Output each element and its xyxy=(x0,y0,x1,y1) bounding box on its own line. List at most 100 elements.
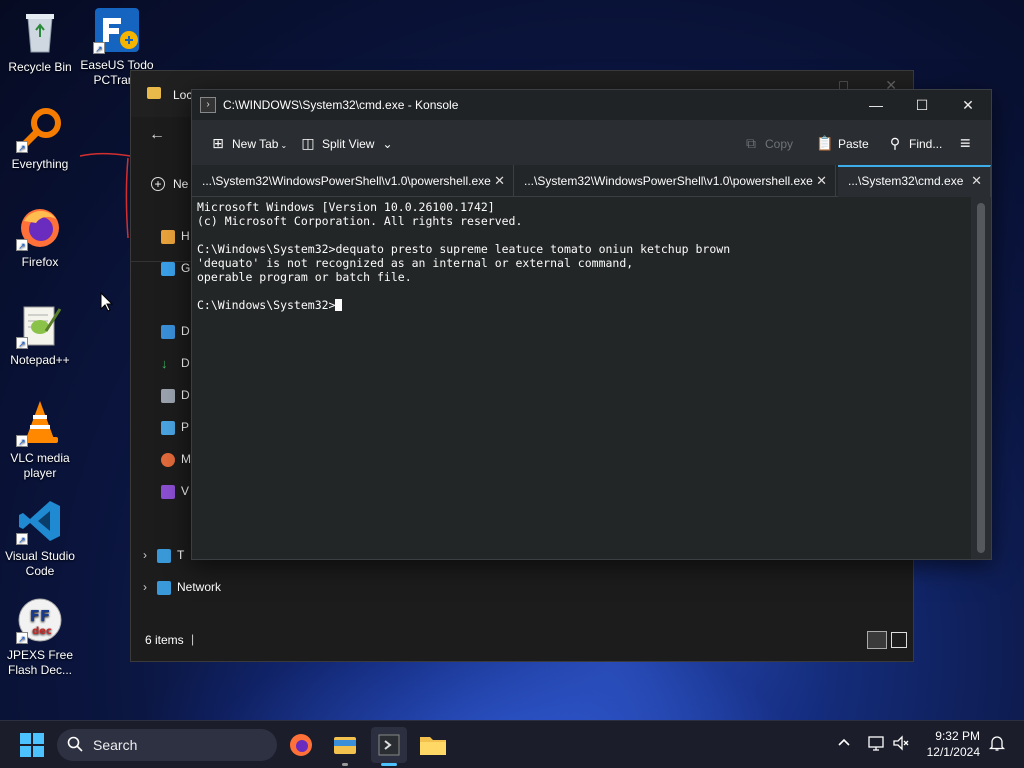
taskbar-konsole-icon[interactable] xyxy=(371,727,407,766)
chevron-up-icon[interactable] xyxy=(837,735,851,752)
new-tab-label: New Tab xyxy=(232,137,279,151)
everything-magnifier-icon: ↗ xyxy=(16,105,64,153)
vlc-cone-icon: ↗ xyxy=(16,399,64,447)
konsole-titlebar[interactable]: › C:\WINDOWS\System32\cmd.exe - Konsole … xyxy=(192,90,991,120)
nav-item-desktop[interactable]: D xyxy=(161,324,190,339)
desktop-icon-vscode[interactable]: ↗ Visual Studio Code xyxy=(0,497,80,579)
shortcut-arrow-icon: ↗ xyxy=(16,533,28,545)
running-indicator xyxy=(342,763,348,766)
jpexs-ffdec-icon: FF dec ↗ xyxy=(16,596,64,644)
chevron-right-icon: › xyxy=(143,580,147,594)
taskbar-search-box[interactable]: Search xyxy=(57,729,277,761)
desktop-icon-recycle-bin[interactable]: Recycle Bin xyxy=(0,8,80,75)
easeus-icon: ↗ xyxy=(93,6,141,54)
notification-bell-icon[interactable] xyxy=(988,734,1006,757)
search-placeholder: Search xyxy=(93,737,138,753)
tab-powershell-2[interactable]: ...\System32\WindowsPowerShell\v1.0\powe… xyxy=(514,165,836,197)
terminal-scrollbar[interactable] xyxy=(971,197,991,559)
taskbar-file-explorer-icon[interactable] xyxy=(327,727,363,766)
desktop-icon-everything[interactable]: ↗ Everything xyxy=(0,105,80,172)
copy-icon: ⧉ xyxy=(746,135,756,151)
search-icon xyxy=(67,736,83,755)
chevron-down-icon: ⌄ xyxy=(280,141,288,150)
details-view-icon[interactable] xyxy=(867,631,887,649)
svg-text:dec: dec xyxy=(32,626,52,637)
windows-start-icon[interactable] xyxy=(20,733,44,762)
gallery-icon xyxy=(161,261,175,276)
nav-label: D xyxy=(181,388,190,402)
paste-clipboard-icon: 📋 xyxy=(816,135,834,151)
desktop-icon xyxy=(161,324,175,339)
find-button[interactable]: ⚲ Find... xyxy=(887,131,943,155)
desktop-icon-jpexs[interactable]: FF dec ↗ JPEXS Free Flash Dec... xyxy=(0,596,80,678)
terminal-line: 'dequato' is not recognized as an intern… xyxy=(197,256,634,270)
close-button[interactable]: ✕ xyxy=(945,90,991,120)
konsole-title: C:\WINDOWS\System32\cmd.exe - Konsole xyxy=(223,98,459,112)
nav-label: P xyxy=(181,420,190,434)
split-view-label: Split View xyxy=(322,137,375,151)
nav-item-downloads[interactable]: ↓ D xyxy=(161,356,190,371)
clock-time: 9:32 PM xyxy=(935,729,980,743)
tab-label: ...\System32\cmd.exe xyxy=(848,174,964,188)
network-icon xyxy=(157,580,171,595)
desktop-icon-label: VLC media player xyxy=(10,451,70,480)
taskbar-folder-icon[interactable] xyxy=(415,727,451,763)
shortcut-arrow-icon: ↗ xyxy=(16,337,28,349)
volume-muted-icon[interactable] xyxy=(892,734,910,757)
split-view-button[interactable]: ◫ Split View ⌄ xyxy=(300,131,392,155)
terminal-line: (c) Microsoft Corporation. All rights re… xyxy=(197,214,523,228)
scrollbar-thumb[interactable] xyxy=(977,203,985,553)
nav-label: D xyxy=(181,356,190,370)
nav-item-pictures[interactable]: P xyxy=(161,420,189,435)
new-tab-button[interactable]: ⊞ New Tab ⌄ xyxy=(210,131,287,155)
desktop-icon-notepadpp[interactable]: ↗ Notepad++ xyxy=(0,301,80,368)
nav-label: V xyxy=(181,484,190,498)
tab-powershell-1[interactable]: ...\System32\WindowsPowerShell\v1.0\powe… xyxy=(192,165,514,197)
desktop-icon-label: Recycle Bin xyxy=(8,60,72,74)
close-tab-icon[interactable]: ✕ xyxy=(816,165,827,197)
new-tab-icon: ⊞ xyxy=(212,135,224,151)
nav-item-music[interactable]: M xyxy=(161,452,191,467)
new-button-label: Ne xyxy=(173,177,189,191)
nav-label: H xyxy=(181,229,190,243)
clock-date: 12/1/2024 xyxy=(926,745,980,759)
minimize-button[interactable]: — xyxy=(853,90,899,120)
split-view-icon: ◫ xyxy=(301,135,315,151)
pictures-icon xyxy=(161,420,175,435)
paste-button[interactable]: 📋 Paste xyxy=(816,131,869,155)
shortcut-arrow-icon: ↗ xyxy=(16,435,28,447)
nav-item-home[interactable]: H xyxy=(161,229,190,244)
close-tab-icon[interactable]: ✕ xyxy=(494,165,505,197)
nav-label: M xyxy=(181,452,191,466)
hamburger-menu-icon[interactable]: ≡ xyxy=(960,131,971,155)
close-tab-icon[interactable]: ✕ xyxy=(971,167,982,195)
nav-item-network[interactable]: › Network xyxy=(143,580,221,595)
new-button[interactable]: + Ne xyxy=(151,177,188,191)
taskbar-firefox-icon[interactable] xyxy=(283,727,319,763)
copy-button[interactable]: ⧉ Copy xyxy=(743,131,793,155)
taskbar-clock[interactable]: 9:32 PM 12/1/2024 xyxy=(927,728,980,760)
desktop-icon-vlc[interactable]: ↗ VLC media player xyxy=(0,399,80,481)
document-icon xyxy=(161,388,175,403)
back-arrow-icon[interactable]: ← xyxy=(149,126,165,144)
terminal-line: Microsoft Windows [Version 10.0.26100.17… xyxy=(197,200,495,214)
tiles-view-icon[interactable] xyxy=(891,632,907,648)
nav-label: G xyxy=(181,261,191,275)
tab-cmd-active[interactable]: ...\System32\cmd.exe ✕ xyxy=(838,165,991,197)
nav-item-videos[interactable]: V xyxy=(161,484,189,499)
nav-item-this-pc[interactable]: › T xyxy=(143,548,184,563)
paste-label: Paste xyxy=(838,137,869,151)
nav-item-gallery[interactable]: G xyxy=(161,261,190,276)
konsole-window[interactable]: › C:\WINDOWS\System32\cmd.exe - Konsole … xyxy=(191,89,992,560)
network-status-icon[interactable] xyxy=(867,734,885,757)
konsole-tab-bar: ...\System32\WindowsPowerShell\v1.0\powe… xyxy=(192,165,991,197)
shortcut-arrow-icon: ↗ xyxy=(16,239,28,251)
desktop-icon-firefox[interactable]: ↗ Firefox xyxy=(0,203,80,270)
maximize-button[interactable]: ☐ xyxy=(899,90,945,120)
find-label: Find... xyxy=(909,137,943,151)
terminal-output[interactable]: Microsoft Windows [Version 10.0.26100.17… xyxy=(192,197,971,559)
nav-item-documents[interactable]: D xyxy=(161,388,190,403)
tab-label: ...\System32\WindowsPowerShell\v1.0\powe… xyxy=(524,174,813,188)
desktop-icon-label: Firefox xyxy=(21,255,59,269)
